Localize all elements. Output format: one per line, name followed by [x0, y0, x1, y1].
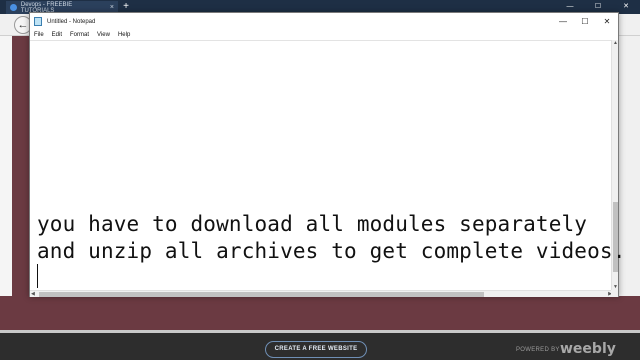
- notepad-minimize-button[interactable]: —: [552, 13, 574, 30]
- scroll-left-arrow-icon[interactable]: ◀: [31, 291, 35, 298]
- text-line-1: you have to download all modules separat…: [37, 212, 588, 236]
- menu-help[interactable]: Help: [118, 30, 130, 40]
- notepad-window: Untitled - Notepad — ☐ ✕ File Edit Forma…: [29, 12, 625, 297]
- menu-view[interactable]: View: [97, 30, 110, 40]
- horizontal-scrollbar[interactable]: ◀ ▶: [30, 290, 613, 297]
- scrollbar-corner: [611, 290, 618, 297]
- vertical-scroll-thumb[interactable]: [613, 202, 618, 272]
- weebly-logo[interactable]: weebly: [560, 341, 616, 357]
- powered-by-label: POWERED BY: [516, 347, 560, 353]
- create-website-button[interactable]: CREATE A FREE WEBSITE: [265, 341, 367, 358]
- text-line-2: and unzip all archives to get complete v…: [37, 239, 626, 263]
- horizontal-scroll-thumb[interactable]: [39, 292, 484, 297]
- notepad-menubar: File Edit Format View Help: [30, 30, 618, 40]
- vertical-scrollbar[interactable]: ▲ ▼: [611, 40, 618, 290]
- menu-edit[interactable]: Edit: [52, 30, 62, 40]
- text-caret: [37, 264, 38, 288]
- notepad-app-icon: [34, 17, 42, 26]
- tab-close-icon[interactable]: ×: [110, 4, 114, 11]
- menu-format[interactable]: Format: [70, 30, 89, 40]
- page-left-gutter: [0, 36, 12, 296]
- notepad-text-area[interactable]: you have to download all modules separat…: [30, 40, 625, 290]
- notepad-close-button[interactable]: ✕: [596, 13, 618, 30]
- notepad-maximize-button[interactable]: ☐: [574, 13, 596, 30]
- site-favicon-icon: [10, 4, 17, 11]
- notepad-window-controls: — ☐ ✕: [552, 13, 618, 30]
- menu-file[interactable]: File: [34, 30, 44, 40]
- weebly-footer: CREATE A FREE WEBSITE POWERED BY weebly: [0, 330, 640, 360]
- notepad-title: Untitled - Notepad: [47, 18, 96, 25]
- scroll-up-arrow-icon[interactable]: ▲: [612, 40, 619, 46]
- notepad-titlebar[interactable]: Untitled - Notepad — ☐ ✕: [30, 13, 618, 30]
- page-background-strip: [12, 60, 30, 296]
